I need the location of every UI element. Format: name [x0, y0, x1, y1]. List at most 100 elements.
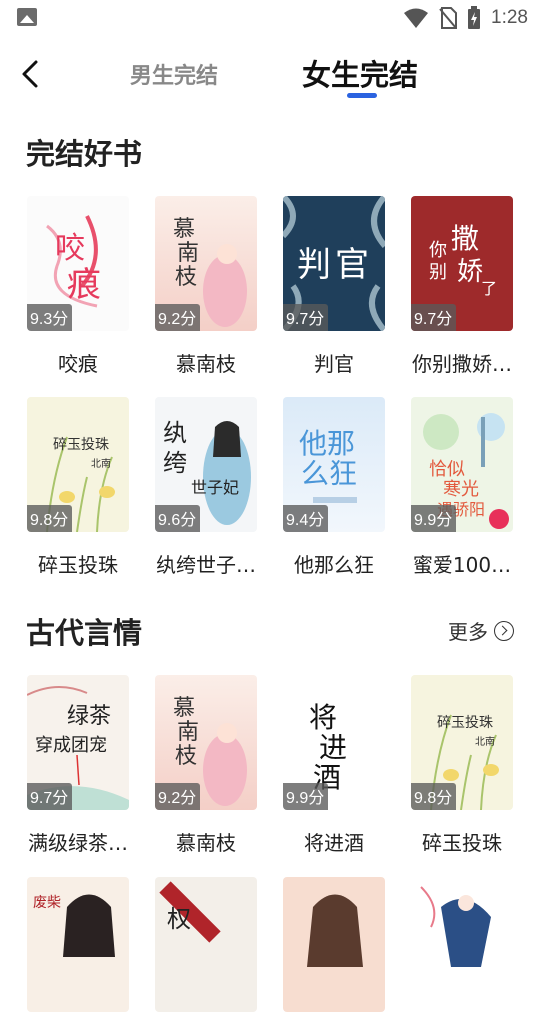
svg-text:咬: 咬 [55, 231, 85, 266]
svg-text:痕: 痕 [67, 265, 101, 305]
svg-text:枝: 枝 [175, 265, 197, 290]
svg-text:碎玉投珠: 碎玉投珠 [53, 437, 109, 453]
clock: 1:28 [491, 7, 528, 28]
svg-text:绔: 绔 [163, 449, 187, 477]
book-cover: 将 进 酒 9.9分 [283, 675, 385, 810]
book-card[interactable]: 碎玉投珠 北南 9.8分 碎玉投珠 [411, 675, 513, 856]
book-title: 咬痕 [58, 352, 98, 376]
battery-charging-icon [468, 6, 481, 29]
svg-text:世子妃: 世子妃 [191, 478, 239, 497]
book-card[interactable]: 将 进 酒 9.9分 将进酒 [283, 675, 385, 856]
book-card[interactable]: 绿茶 穿成团宠 9.7分 满级绿茶… [27, 675, 129, 856]
book-title: 碎玉投珠 [38, 553, 118, 577]
rating-badge: 9.9分 [411, 505, 457, 532]
book-cover: 纨 绔 世子妃 9.6分 [155, 397, 257, 532]
svg-text:娇: 娇 [457, 257, 483, 287]
book-title: 满级绿茶… [28, 831, 128, 855]
book-card[interactable]: 你 别 撒 娇 了 9.7分 你别撒娇… [411, 196, 513, 377]
svg-text:了: 了 [481, 279, 497, 298]
no-sim-icon [439, 7, 458, 29]
book-card[interactable] [283, 877, 385, 1012]
rating-badge: 9.8分 [27, 505, 73, 532]
book-card[interactable]: 慕 南 枝 9.2分 慕南枝 [155, 196, 257, 377]
book-cover: 咬 痕 9.3分 [27, 196, 129, 331]
svg-text:权: 权 [167, 905, 191, 933]
book-card[interactable]: 权 [155, 877, 257, 1012]
status-bar: 1:28 [0, 0, 540, 36]
svg-text:官: 官 [335, 245, 369, 285]
svg-text:慕: 慕 [173, 696, 195, 721]
svg-text:北南: 北南 [475, 735, 495, 748]
book-cover: 判 官 9.7分 [283, 196, 385, 331]
svg-text:南: 南 [177, 720, 199, 745]
book-cover: 你 别 撒 娇 了 9.7分 [411, 196, 513, 331]
book-cover: 慕 南 枝 9.2分 [155, 675, 257, 810]
back-button[interactable] [18, 54, 48, 94]
book-card[interactable]: 纨 绔 世子妃 9.6分 纨绔世子… [155, 397, 257, 578]
wifi-icon [404, 8, 429, 28]
svg-text:他那: 他那 [299, 427, 355, 460]
tab-male-finished[interactable]: 男生完结 [130, 58, 218, 90]
svg-text:枝: 枝 [175, 744, 197, 769]
book-title: 碎玉投珠 [422, 831, 502, 855]
active-tab-indicator [347, 93, 377, 98]
tab-female-finished[interactable]: 女生完结 [302, 52, 418, 94]
book-title: 慕南枝 [176, 352, 236, 376]
book-cover [283, 877, 385, 1012]
svg-text:废柴: 废柴 [33, 895, 61, 911]
svg-text:碎玉投珠: 碎玉投珠 [437, 715, 493, 731]
book-title: 蜜爱100… [412, 553, 512, 577]
rating-badge: 9.4分 [283, 505, 329, 532]
book-cover: 碎玉投珠 北南 9.8分 [27, 397, 129, 532]
rating-badge: 9.2分 [155, 304, 201, 331]
book-card[interactable]: 碎玉投珠 北南 9.8分 碎玉投珠 [27, 397, 129, 578]
svg-text:慕: 慕 [173, 217, 195, 242]
chevron-right-circle-icon [494, 620, 514, 641]
svg-text:将: 将 [309, 701, 337, 734]
book-cover: 废柴 [27, 877, 129, 1012]
book-cover: 恰似 寒光 遇骄阳 9.9分 [411, 397, 513, 532]
svg-text:进: 进 [319, 731, 347, 764]
book-card[interactable]: 慕 南 枝 9.2分 慕南枝 [155, 675, 257, 856]
rating-badge: 9.2分 [155, 783, 201, 810]
rating-badge: 9.6分 [155, 505, 201, 532]
book-card[interactable]: 判 官 9.7分 判官 [283, 196, 385, 377]
book-cover: 碎玉投珠 北南 9.8分 [411, 675, 513, 810]
book-cover: 慕 南 枝 9.2分 [155, 196, 257, 331]
svg-text:穿成团宠: 穿成团宠 [35, 735, 107, 756]
rating-badge: 9.8分 [411, 783, 457, 810]
svg-text:判: 判 [297, 245, 331, 285]
rating-badge: 9.7分 [27, 783, 73, 810]
svg-text:纨: 纨 [163, 419, 187, 447]
book-title: 他那么狂 [294, 553, 374, 577]
more-button[interactable]: 更多 [448, 616, 514, 645]
book-card[interactable] [411, 877, 513, 1012]
svg-text:寒光: 寒光 [443, 479, 479, 500]
book-title: 纨绔世子… [156, 553, 256, 577]
book-card[interactable]: 他那 么狂 9.4分 他那么狂 [283, 397, 385, 578]
section-title-ancient-romance: 古代言情 [26, 616, 143, 650]
svg-text:绿茶: 绿茶 [67, 704, 111, 729]
top-nav: 男生完结 女生完结 [0, 44, 540, 104]
book-cover [411, 877, 513, 1012]
book-title: 慕南枝 [176, 831, 236, 855]
book-card[interactable]: 恰似 寒光 遇骄阳 9.9分 蜜爱100… [411, 397, 513, 578]
more-label: 更多 [448, 620, 488, 644]
section-title-finished-books: 完结好书 [26, 137, 143, 171]
svg-text:么狂: 么狂 [301, 457, 357, 490]
rating-badge: 9.9分 [283, 783, 329, 810]
book-title: 将进酒 [304, 831, 364, 855]
book-card[interactable]: 废柴 [27, 877, 129, 1012]
status-icons: 1:28 [403, 6, 528, 30]
svg-text:北南: 北南 [91, 457, 111, 470]
chevron-left-icon [22, 60, 38, 88]
rating-badge: 9.3分 [27, 304, 73, 331]
book-cover: 绿茶 穿成团宠 9.7分 [27, 675, 129, 810]
rating-badge: 9.7分 [411, 304, 457, 331]
svg-text:恰似: 恰似 [429, 459, 465, 480]
svg-text:南: 南 [177, 241, 199, 266]
book-cover: 他那 么狂 9.4分 [283, 397, 385, 532]
book-card[interactable]: 咬 痕 9.3分 咬痕 [27, 196, 129, 377]
image-notification-icon [17, 8, 37, 26]
svg-text:撒: 撒 [451, 222, 479, 255]
